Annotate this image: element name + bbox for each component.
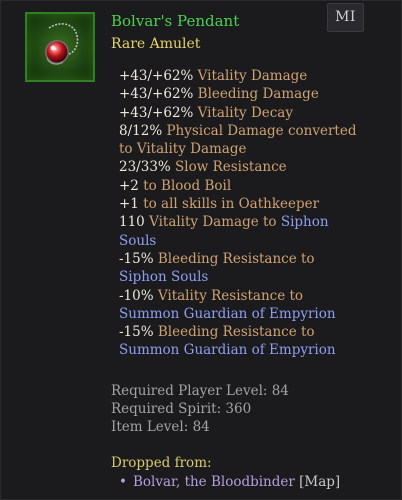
stat-value: +43/+62%: [119, 104, 198, 121]
stat-line: +2 to Blood Boil: [119, 177, 389, 195]
stat-line: Summon Guardian of Empyrion: [119, 341, 389, 359]
skill-link[interactable]: Siphon: [281, 214, 329, 230]
skill-link[interactable]: Summon Guardian of Empyrion: [119, 342, 336, 358]
stat-text: Vitality Decay: [197, 104, 293, 121]
pendant-icon: [45, 23, 79, 65]
stat-text: to Blood Boil: [143, 177, 232, 194]
stat-line: Souls: [119, 232, 389, 250]
stat-text: Slow Resistance: [175, 159, 287, 176]
item-requirements: Required Player Level: 84 Required Spiri…: [111, 382, 289, 436]
stat-line: +43/+62% Bleeding Damage: [119, 85, 389, 103]
item-tooltip: MI Bolvar's Pendant Rare Amulet +43/+62%…: [0, 0, 402, 500]
badge-mi: MI: [327, 3, 364, 32]
stat-line: +43/+62% Vitality Damage: [119, 67, 389, 85]
stat-value: +1: [119, 196, 144, 213]
skill-link[interactable]: Souls: [119, 233, 156, 249]
stat-line: 8/12% Physical Damage converted: [119, 122, 389, 140]
stat-line: 23/33% Slow Resistance: [119, 158, 389, 176]
stat-value: -15%: [119, 250, 158, 267]
item-icon-frame: [25, 12, 95, 82]
stat-text: Vitality Damage to: [149, 214, 281, 231]
stat-value: -10%: [119, 287, 158, 304]
stat-line: -10% Vitality Resistance to: [119, 287, 389, 305]
stat-value: +43/+62%: [119, 68, 198, 84]
drop-source-name[interactable]: Bolvar, the Bloodbinder: [133, 474, 295, 490]
skill-link[interactable]: Siphon Souls: [119, 269, 208, 285]
item-name: Bolvar's Pendant: [111, 12, 240, 30]
stat-line: to Vitality Damage: [119, 140, 389, 158]
stat-value: 8/12%: [119, 122, 167, 139]
drop-source-tag: [Map]: [294, 474, 341, 490]
stat-text: Bleeding Damage: [197, 86, 319, 103]
stat-text: Physical Damage converted: [166, 122, 357, 139]
skill-link[interactable]: Summon Guardian of Empyrion: [119, 306, 336, 322]
stat-value: +2: [119, 177, 144, 194]
stat-line: Summon Guardian of Empyrion: [119, 305, 389, 323]
stat-text: Bleeding Resistance to: [157, 250, 315, 267]
dropped-from-label: Dropped from:: [111, 455, 212, 471]
bullet-icon: •: [119, 474, 127, 490]
stat-value: +43/+62%: [119, 86, 198, 103]
item-type: Rare Amulet: [111, 36, 201, 52]
item-level: Item Level: 84: [111, 419, 210, 435]
stat-value: 110: [119, 214, 150, 231]
required-spirit: Required Spirit: 360: [111, 401, 252, 417]
stat-text: Vitality Resistance to: [157, 287, 304, 304]
stat-line: +43/+62% Vitality Decay: [119, 104, 389, 122]
stat-text: to all skills in Oathkeeper: [143, 196, 320, 213]
stat-line: -15% Bleeding Resistance to: [119, 323, 389, 341]
stat-text: Bleeding Resistance to: [157, 324, 315, 341]
stat-value: 23/33%: [119, 159, 176, 176]
stat-text: Vitality Damage: [197, 68, 308, 84]
stat-line: -15% Bleeding Resistance to: [119, 250, 389, 268]
item-stats: +43/+62% Vitality Damage +43/+62% Bleedin…: [119, 67, 389, 360]
stat-line: 110 Vitality Damage to Siphon: [119, 213, 389, 231]
drop-source-item[interactable]: • Bolvar, the Bloodbinder [Map]: [119, 473, 340, 491]
stat-line: Siphon Souls: [119, 268, 389, 286]
stat-text: to Vitality Damage: [119, 141, 247, 158]
required-player-level: Required Player Level: 84: [111, 383, 289, 399]
stat-value: -15%: [119, 324, 158, 341]
stat-line: +1 to all skills in Oathkeeper: [119, 195, 389, 213]
